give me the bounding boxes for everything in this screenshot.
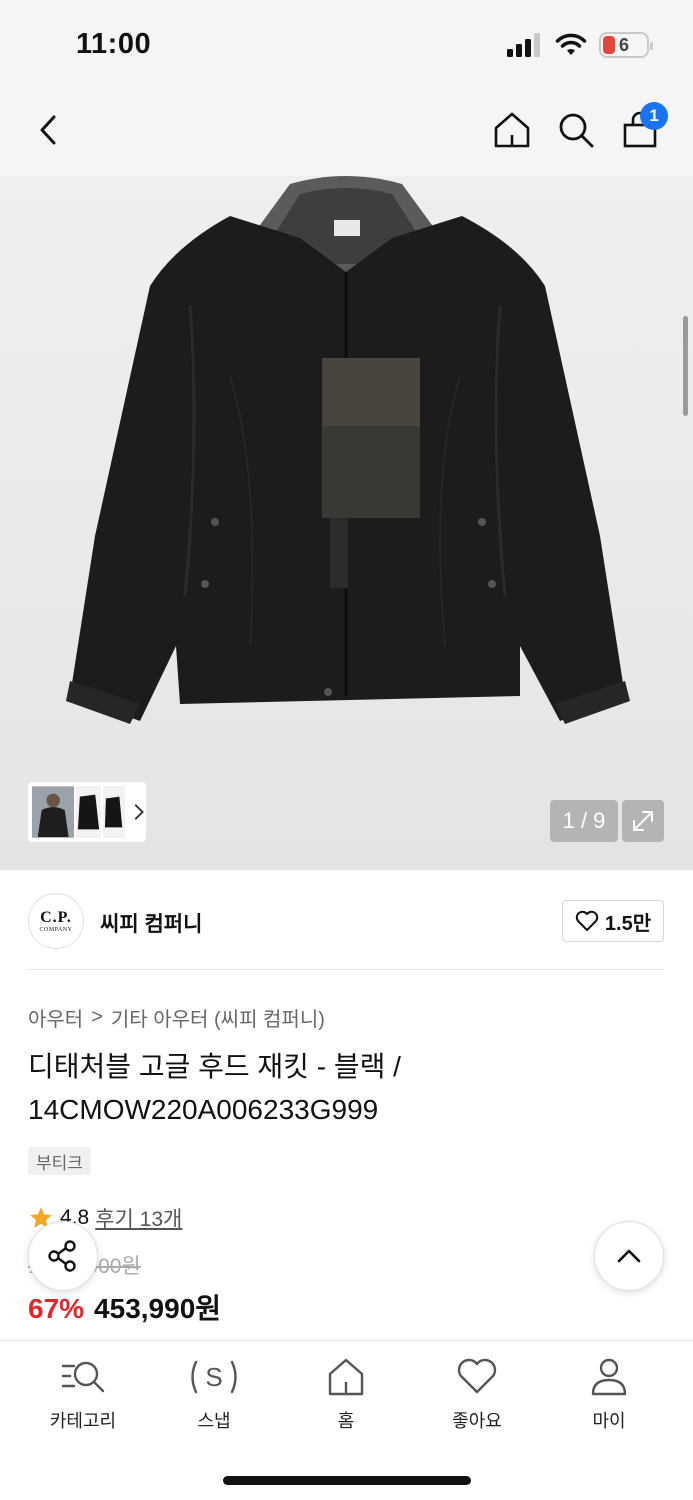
thumbnail-image	[105, 796, 123, 828]
home-icon	[494, 112, 530, 148]
chevron-up-icon	[617, 1249, 641, 1263]
chevron-left-icon	[40, 115, 56, 145]
share-icon	[48, 1240, 76, 1272]
tab-category[interactable]: 카테고리	[28, 1355, 138, 1433]
snap-icon: S	[191, 1360, 237, 1394]
brand-logo-subtext: COMPANY	[39, 927, 73, 933]
brand-row: C.P. COMPANY 씨피 컴퍼니 1.5만	[28, 890, 664, 970]
home-button[interactable]	[490, 108, 534, 152]
battery-icon: 6	[599, 32, 653, 58]
brand-like-button[interactable]: 1.5만	[562, 900, 664, 942]
tab-category-label: 카테고리	[49, 1411, 117, 1431]
battery-level: 6	[618, 34, 629, 55]
product-image	[66, 176, 630, 724]
wifi-icon	[555, 33, 587, 55]
cart-count-badge: 1	[640, 102, 668, 130]
brand-like-count: 1.5만	[604, 912, 652, 935]
image-counter: 1 / 9	[550, 800, 618, 842]
breadcrumb-level1[interactable]: 아우터	[28, 1003, 83, 1032]
tab-snap-label: 스냅	[197, 1411, 231, 1431]
tab-my-label: 마이	[592, 1411, 626, 1431]
tab-home[interactable]: 홈	[291, 1355, 401, 1433]
tab-snap[interactable]: S 스냅	[159, 1355, 269, 1433]
breadcrumb-level2[interactable]: 기타 아우터 (씨피 컴퍼니)	[111, 1003, 325, 1032]
home-icon	[328, 1358, 364, 1396]
svg-text:S: S	[205, 1362, 222, 1392]
status-icons: 6	[507, 32, 653, 58]
cart-button[interactable]: 1	[618, 102, 668, 152]
category-search-icon	[61, 1361, 105, 1393]
thumbnail-strip[interactable]	[28, 782, 146, 842]
tab-likes-label: 좋아요	[452, 1411, 502, 1431]
tab-home-label: 홈	[337, 1411, 355, 1431]
scrollbar[interactable]	[683, 316, 688, 416]
scroll-to-top-button[interactable]	[594, 1221, 664, 1291]
search-icon	[559, 113, 594, 148]
status-bar: 11:00 6	[0, 0, 693, 92]
person-icon	[591, 1358, 627, 1396]
thumbnail-front[interactable]	[76, 786, 102, 838]
back-button[interactable]	[28, 108, 72, 152]
expand-icon	[633, 811, 653, 831]
expand-image-button[interactable]	[622, 800, 664, 842]
breadcrumb: 아우터 > 기타 아우터 (씨피 컴퍼니)	[28, 1003, 325, 1032]
brand-logo[interactable]: C.P. COMPANY	[28, 893, 84, 949]
heart-icon	[457, 1358, 497, 1394]
sale-price: 453,990원	[94, 1293, 222, 1324]
signal-icon	[507, 33, 540, 57]
thumbnail-back[interactable]	[103, 786, 125, 838]
thumbnail-image	[78, 794, 100, 830]
thumbnail-image	[32, 786, 75, 838]
status-time: 11:00	[76, 28, 152, 60]
boutique-tag: 부티크	[28, 1147, 91, 1175]
chevron-right-icon[interactable]	[131, 802, 146, 822]
review-count-link[interactable]: 후기 13개	[95, 1203, 182, 1233]
product-image-gallery[interactable]: 1 / 9	[0, 176, 693, 870]
thumbnail-model[interactable]	[32, 786, 75, 838]
brand-logo-mark: C.P.	[40, 909, 72, 926]
tab-my[interactable]: 마이	[554, 1355, 664, 1433]
discount-rate: 67%	[28, 1293, 85, 1324]
breadcrumb-separator: >	[91, 1006, 103, 1028]
tab-likes[interactable]: 좋아요	[422, 1355, 532, 1433]
search-button[interactable]	[554, 108, 598, 152]
product-title: 디태처블 고글 후드 재킷 - 블랙 / 14CMOW220A006233G99…	[28, 1051, 401, 1125]
brand-name[interactable]: 씨피 컴퍼니	[100, 908, 202, 938]
home-indicator	[223, 1476, 471, 1485]
top-nav-bar: 1	[0, 92, 693, 176]
price-row: 67% 453,990원	[28, 1287, 221, 1327]
heart-icon	[575, 910, 599, 931]
share-button[interactable]	[28, 1221, 98, 1291]
